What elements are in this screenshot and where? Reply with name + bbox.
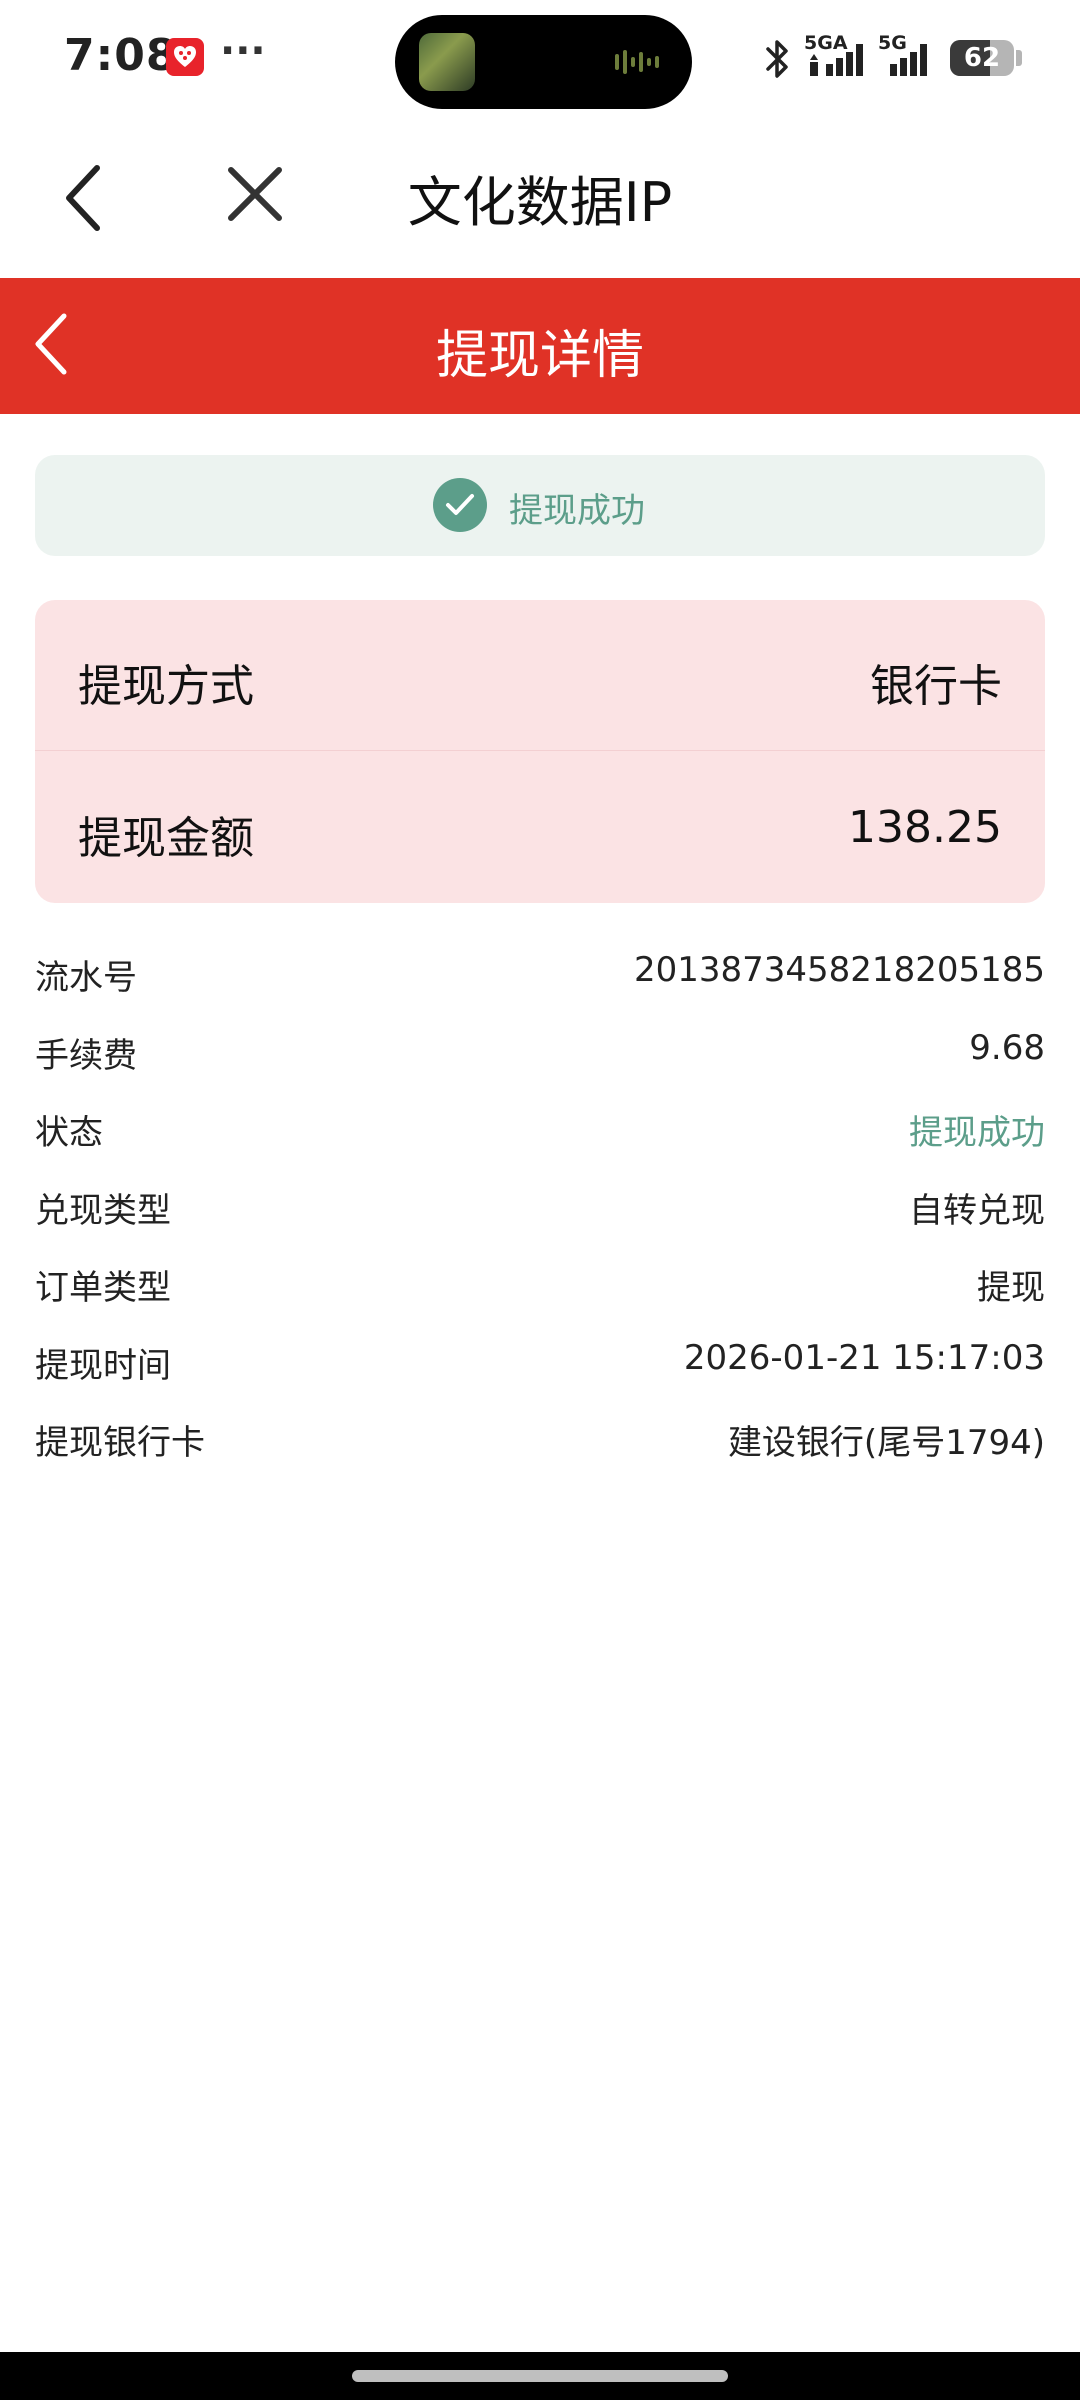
battery-cap [1016, 50, 1022, 66]
top-nav: 文化数据IP [0, 118, 1080, 278]
detail-label: 订单类型 [35, 1268, 171, 1308]
summary-card: 提现方式 银行卡 提现金额 138.25 [35, 600, 1045, 903]
withdraw-time-row: 提现时间 2026-01-21 15:17:03 [35, 1328, 1045, 1406]
status-value: 提现成功 [909, 1113, 1045, 1153]
status-time: 7:08 [64, 30, 178, 81]
page-title: 文化数据IP [407, 171, 673, 234]
serial-number-row: 流水号 2013873458218205185 [35, 940, 1045, 1018]
navigation-bar [0, 2352, 1080, 2400]
withdraw-method-value: 银行卡 [870, 661, 1002, 712]
status-bar: 7:08 ··· 5GA 5G 62 [0, 0, 1080, 118]
detail-label: 兑现类型 [35, 1190, 171, 1231]
detail-header: 提现详情 [0, 278, 1080, 414]
detail-list: 流水号 2013873458218205185 手续费 9.68 状态 提现成功… [35, 940, 1045, 1483]
status-icons: 5GA 5G 62 [750, 0, 1080, 118]
withdraw-amount-label: 提现金额 [78, 813, 254, 864]
detail-label: 流水号 [35, 958, 137, 998]
detail-value: 2026-01-21 15:17:03 [683, 1337, 1045, 1378]
status-row: 状态 提现成功 [35, 1095, 1045, 1173]
status-banner: 提现成功 [35, 455, 1045, 556]
battery-icon: 62 [950, 40, 1014, 76]
redeem-type-row: 兑现类型 自转兑现 [35, 1173, 1045, 1251]
withdraw-amount-value: 138.25 [848, 802, 1002, 853]
dynamic-island[interactable] [395, 15, 692, 109]
detail-value: 2013873458218205185 [633, 950, 1045, 990]
bluetooth-icon [766, 40, 788, 78]
withdraw-method-row: 提现方式 银行卡 [35, 600, 1045, 751]
battery-level: 62 [963, 43, 1001, 73]
audio-wave-icon [615, 50, 659, 74]
withdraw-amount-row: 提现金额 138.25 [35, 752, 1045, 903]
bank-card-row: 提现银行卡 建设银行(尾号1794) [35, 1405, 1045, 1483]
detail-value: 提现 [977, 1268, 1045, 1308]
detail-value: 自转兑现 [909, 1190, 1045, 1231]
signal-icon [810, 44, 863, 76]
app-notification-icon [166, 38, 204, 76]
signal-icon [890, 44, 927, 76]
detail-label: 手续费 [35, 1035, 137, 1076]
detail-label: 提现银行卡 [35, 1423, 205, 1463]
withdraw-method-label: 提现方式 [78, 661, 254, 712]
check-circle-icon [433, 478, 487, 532]
detail-label: 提现时间 [35, 1345, 171, 1386]
detail-value: 建设银行(尾号1794) [727, 1423, 1045, 1463]
media-thumbnail [419, 33, 475, 91]
detail-label: 状态 [35, 1113, 103, 1153]
status-more-indicator: ··· [220, 28, 266, 74]
home-indicator[interactable] [352, 2370, 728, 2382]
order-type-row: 订单类型 提现 [35, 1250, 1045, 1328]
fee-row: 手续费 9.68 [35, 1018, 1045, 1096]
detail-value: 9.68 [969, 1027, 1045, 1068]
status-banner-text: 提现成功 [509, 491, 645, 531]
header-title: 提现详情 [435, 326, 644, 386]
